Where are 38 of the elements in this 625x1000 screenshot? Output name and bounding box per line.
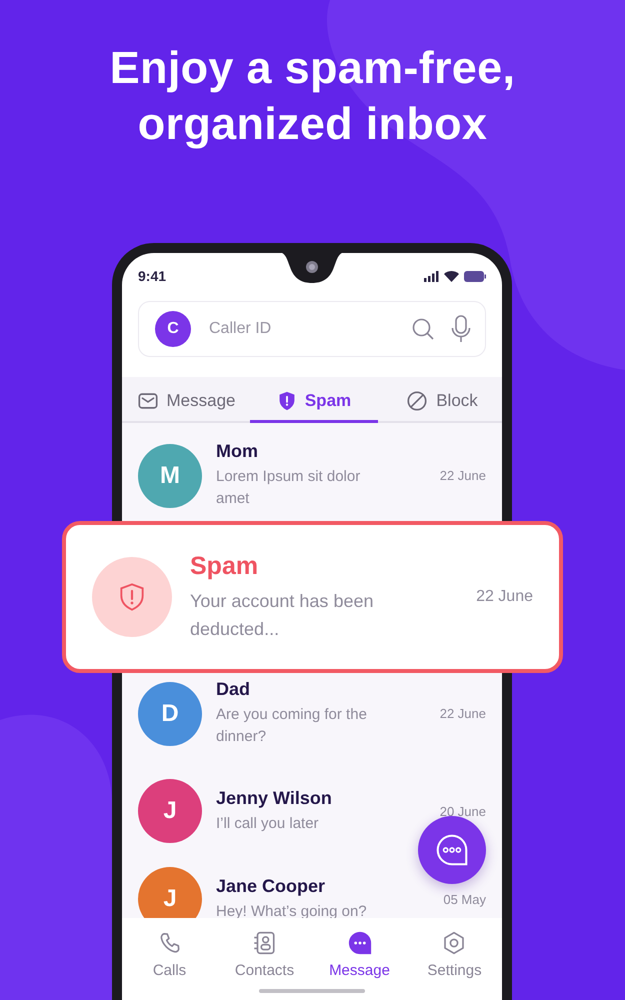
nav-item[interactable]: Settings (427, 930, 482, 979)
nav-item[interactable]: Contacts (234, 930, 294, 979)
contact-avatar: J (138, 779, 202, 843)
battery-icon (464, 270, 486, 282)
message-preview: Are you coming for the dinner? (216, 705, 368, 747)
contact-avatar: D (138, 682, 202, 746)
contact-name: Mom (216, 441, 259, 462)
search-icon[interactable] (411, 317, 435, 341)
headline: Enjoy a spam-free, (110, 41, 516, 95)
search-field[interactable]: C Caller ID (138, 301, 486, 357)
tab[interactable]: Message (122, 381, 250, 423)
nav-item[interactable]: Calls (152, 930, 186, 979)
shield-icon (276, 390, 297, 412)
contact-avatar: M (138, 444, 202, 508)
message-date: 22 June (440, 468, 486, 483)
status-time: 9:41 (138, 268, 166, 284)
contact-name: Dad (216, 679, 252, 700)
contact-name: Jane Cooper (216, 876, 326, 896)
nav-item[interactable]: Message (329, 930, 390, 979)
signal-icon (424, 270, 439, 282)
headline: organized inbox (138, 97, 488, 151)
message-date: 22 June (440, 706, 486, 721)
chat-bubble-icon (346, 930, 372, 956)
spam-title: Spam (190, 552, 260, 580)
message-date: 05 May (443, 892, 486, 906)
contact-name: Jenny Wilson (216, 788, 333, 808)
tab[interactable]: Block (378, 381, 502, 423)
message-date: 20 June (440, 804, 486, 818)
message-preview: Lorem Ipsum sit dolor amet (216, 467, 362, 509)
wifi-icon (444, 270, 459, 282)
message-date: 22 June (476, 588, 533, 606)
message-preview: Your account has been deducted... (190, 590, 374, 640)
microphone-icon[interactable] (451, 315, 471, 343)
message-preview: I’ll call you later (216, 814, 320, 834)
spam-message-card[interactable]: Spam Your account has been deducted... 22 June (62, 521, 563, 673)
block-icon (406, 390, 428, 412)
contact-avatar: J (138, 867, 202, 918)
profile-avatar[interactable]: C (155, 311, 191, 347)
